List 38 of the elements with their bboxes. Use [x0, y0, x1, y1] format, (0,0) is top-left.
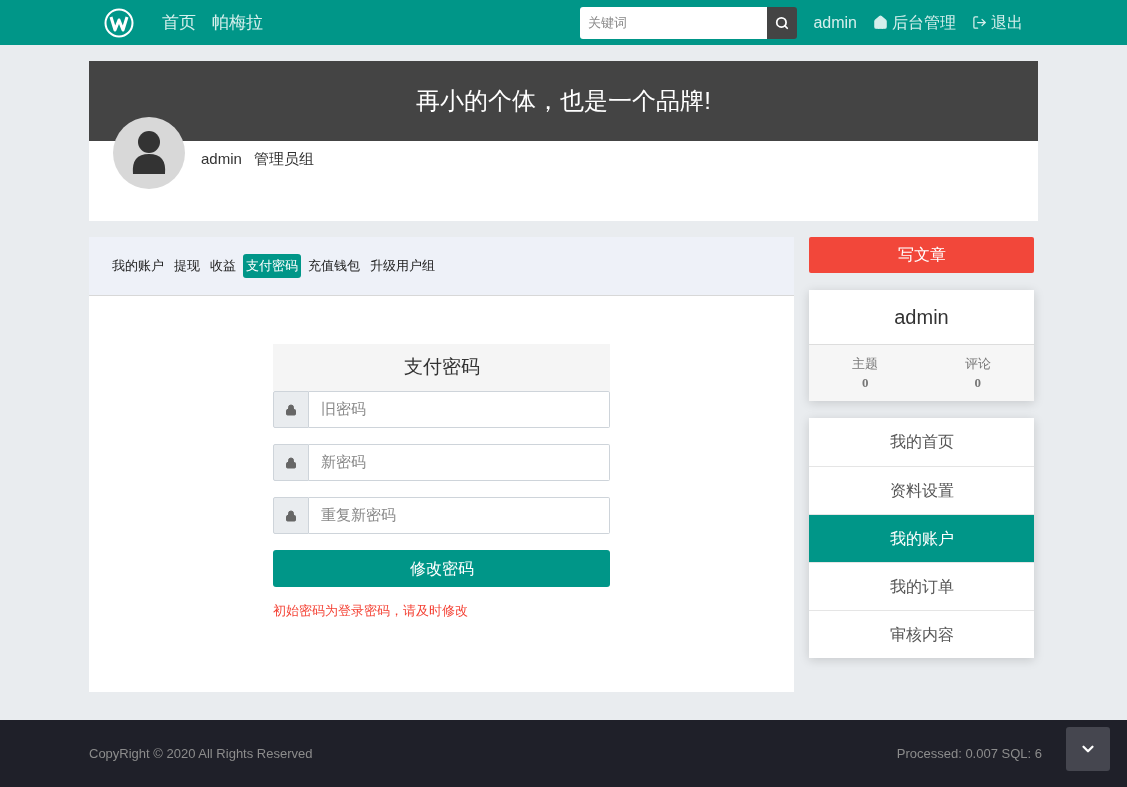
scroll-down-button[interactable] — [1066, 727, 1110, 771]
tab[interactable]: 升级用户组 — [367, 254, 438, 278]
logo-icon[interactable] — [104, 7, 134, 38]
username-text: admin — [201, 149, 242, 169]
profile-name: admin — [894, 305, 949, 330]
search-field[interactable]: 关键词 — [580, 6, 768, 39]
stat-label: 评论 — [964, 354, 991, 373]
tab[interactable]: 提现 — [171, 254, 203, 278]
hint-text: 初始密码为登录密码，请及时修改 — [273, 602, 469, 620]
menu-item[interactable]: 我的订单 — [809, 562, 1034, 610]
stat-label: 主题 — [852, 354, 879, 373]
tab[interactable]: 支付密码 — [243, 254, 301, 278]
menu-item[interactable]: 我的首页 — [809, 418, 1034, 466]
slogan-text: 再小的个体，也是一个品牌! — [416, 86, 711, 116]
submit-button[interactable]: 修改密码 — [273, 550, 610, 587]
write-article-button[interactable]: 写文章 — [809, 237, 1034, 273]
form-title: 支付密码 — [403, 355, 480, 380]
password-field[interactable]: 旧密码 — [309, 391, 610, 428]
stat-value: 0 — [974, 374, 981, 392]
search-button[interactable] — [767, 6, 798, 39]
menu-item[interactable]: 审核内容 — [809, 610, 1034, 658]
home-icon — [873, 15, 888, 30]
menu-item[interactable]: 我的账户 — [809, 514, 1034, 562]
password-field[interactable]: 新密码 — [309, 444, 610, 481]
lock-icon — [285, 456, 297, 469]
copyright-text: CopyRight © 2020 All Rights Reserved — [89, 744, 313, 763]
lock-icon — [285, 403, 297, 416]
stats-text: Processed: 0.007 SQL: 6 — [896, 744, 1042, 763]
user-silhouette-icon — [131, 130, 167, 176]
group-text: 管理员组 — [253, 149, 314, 169]
lock-icon — [285, 509, 297, 522]
search-icon — [775, 15, 790, 30]
logout-icon — [972, 15, 987, 30]
tab[interactable]: 收益 — [207, 254, 239, 278]
tab[interactable]: 我的账户 — [109, 254, 167, 278]
password-field[interactable]: 重复新密码 — [309, 497, 610, 534]
stat-value: 0 — [862, 374, 869, 392]
tab[interactable]: 充值钱包 — [305, 254, 363, 278]
